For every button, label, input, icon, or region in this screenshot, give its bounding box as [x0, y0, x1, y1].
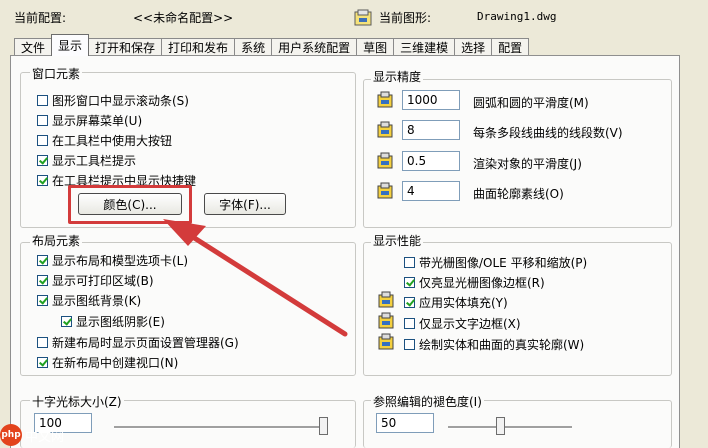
- watermark: php 中文网: [0, 424, 64, 446]
- tab-display[interactable]: 显示: [51, 34, 90, 56]
- annotation-arrow: [163, 219, 348, 337]
- watermark-text: 中文网: [25, 429, 65, 445]
- php-logo-icon: php: [0, 424, 22, 446]
